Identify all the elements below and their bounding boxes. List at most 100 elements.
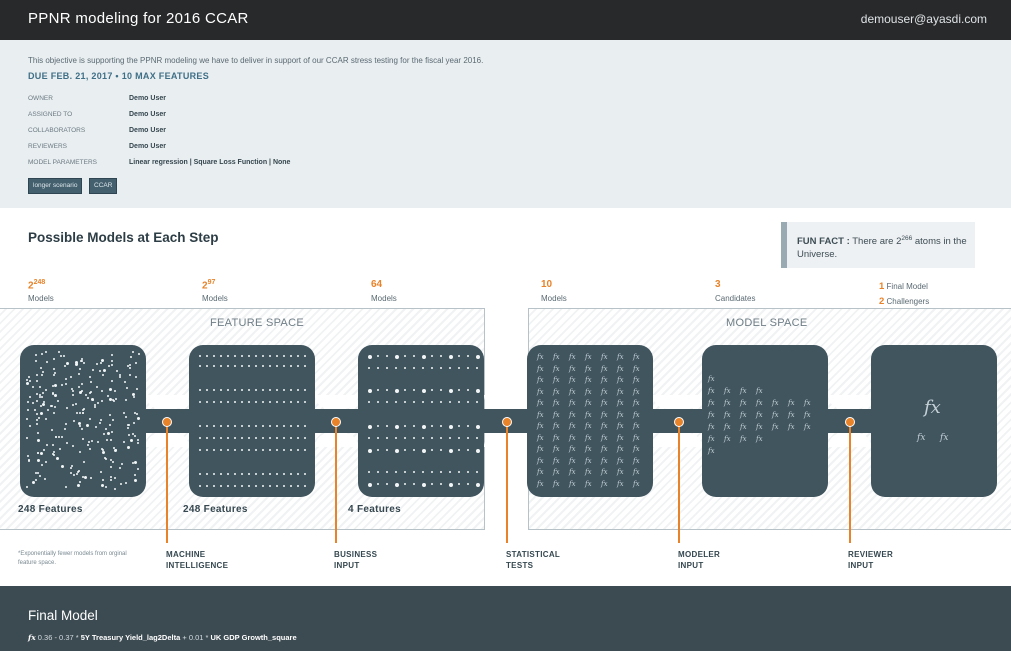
feature-dot xyxy=(440,437,442,439)
feature-dot xyxy=(104,428,107,431)
feature-dot xyxy=(213,365,215,367)
feature-dot xyxy=(368,471,370,473)
feature-dot xyxy=(276,401,278,403)
feature-count-label-2: 248 Features xyxy=(183,504,248,515)
feature-dot xyxy=(80,360,83,363)
feature-dot xyxy=(276,449,278,451)
feature-dot xyxy=(440,355,442,357)
feature-dot xyxy=(368,355,372,359)
feature-dot xyxy=(102,450,106,454)
fx-icon: fx xyxy=(708,375,715,383)
feature-dot xyxy=(53,412,56,415)
feature-dot xyxy=(395,355,399,359)
fx-icon: fx xyxy=(724,411,731,419)
feature-dot xyxy=(44,389,47,392)
feature-dot xyxy=(60,435,63,438)
feature-dot xyxy=(65,422,68,425)
feature-dot xyxy=(72,474,75,477)
fx-icon: fx xyxy=(740,387,747,395)
feature-dot xyxy=(114,477,117,480)
feature-dot xyxy=(125,415,128,418)
feature-dot xyxy=(422,389,426,393)
feature-dot xyxy=(123,441,126,444)
feature-dot xyxy=(110,478,113,481)
tag-longer-scenario[interactable]: longer scenario xyxy=(28,178,83,194)
feature-dot xyxy=(413,483,415,485)
model-tile-final: fx fx fx xyxy=(871,345,997,497)
feature-dot xyxy=(431,449,433,451)
feature-dot xyxy=(467,425,469,427)
feature-dot xyxy=(422,367,424,369)
feature-dot xyxy=(26,382,30,386)
feature-dot xyxy=(110,466,113,469)
feature-dot xyxy=(26,408,29,411)
feature-dot xyxy=(206,473,208,475)
feature-dot xyxy=(54,406,57,409)
feature-dot xyxy=(368,449,372,453)
feature-dot xyxy=(262,401,264,403)
feature-dot xyxy=(26,400,29,403)
feature-dot xyxy=(262,355,264,357)
feature-dot xyxy=(404,437,406,439)
feature-dot xyxy=(78,411,81,414)
feature-dot xyxy=(413,401,415,403)
feature-dot xyxy=(95,362,98,365)
feature-dot xyxy=(64,365,67,368)
feature-dot xyxy=(36,412,39,415)
feature-dot xyxy=(269,401,271,403)
feature-dot xyxy=(111,460,114,463)
feature-count-label-3: 4 Features xyxy=(348,504,402,515)
feature-dot xyxy=(297,401,299,403)
fx-icon: fx xyxy=(553,445,560,453)
feature-dot xyxy=(262,389,264,391)
fx-icon: fx xyxy=(633,410,640,419)
fx-icon: fx xyxy=(569,376,576,384)
feature-dot xyxy=(476,367,478,369)
feature-dot xyxy=(248,449,250,451)
feature-dot xyxy=(234,425,236,427)
fx-icon: fx xyxy=(569,456,576,465)
feature-dot xyxy=(213,355,215,357)
feature-dot xyxy=(422,471,424,473)
feature-dot xyxy=(36,432,39,435)
feature-dot xyxy=(213,449,215,451)
feature-dot xyxy=(61,465,65,469)
fx-icon: fx xyxy=(537,353,544,361)
feature-dot xyxy=(283,365,285,367)
feature-dot xyxy=(36,399,38,402)
feature-dot xyxy=(35,360,38,363)
fx-icon: fx xyxy=(917,433,926,443)
feature-dot xyxy=(99,422,102,425)
fx-icon: fx xyxy=(537,468,544,476)
feature-dot xyxy=(220,401,222,403)
feature-dot xyxy=(137,468,140,471)
feature-dot xyxy=(255,449,257,451)
marker-dot-3 xyxy=(502,417,512,427)
feature-dot xyxy=(63,427,66,430)
feature-dot xyxy=(449,425,453,429)
feature-dot xyxy=(431,437,433,439)
fx-icon: fx xyxy=(601,399,608,407)
feature-dot xyxy=(449,389,453,393)
feature-dot xyxy=(132,351,135,354)
fx-icon: fx xyxy=(553,422,560,430)
feature-dot xyxy=(413,471,415,473)
feature-dot xyxy=(440,367,442,369)
feature-dot xyxy=(82,438,85,441)
feature-dot xyxy=(199,365,201,367)
fx-icon: fx xyxy=(772,399,779,407)
feature-dot xyxy=(39,475,42,478)
step-sub-2: Models xyxy=(202,294,228,303)
feature-dot xyxy=(395,389,399,393)
tag-ccar[interactable]: CCAR xyxy=(89,178,118,194)
feature-dot xyxy=(467,449,469,451)
feature-dot xyxy=(43,477,46,480)
feature-dot xyxy=(422,355,426,359)
user-account[interactable]: demouser@ayasdi.com xyxy=(861,12,987,26)
feature-dot xyxy=(227,355,229,357)
feature-dot xyxy=(57,351,60,353)
fx-icon: fx xyxy=(569,445,576,453)
feature-dot xyxy=(94,404,97,407)
feature-dot xyxy=(125,481,128,484)
feature-dot xyxy=(102,433,105,436)
